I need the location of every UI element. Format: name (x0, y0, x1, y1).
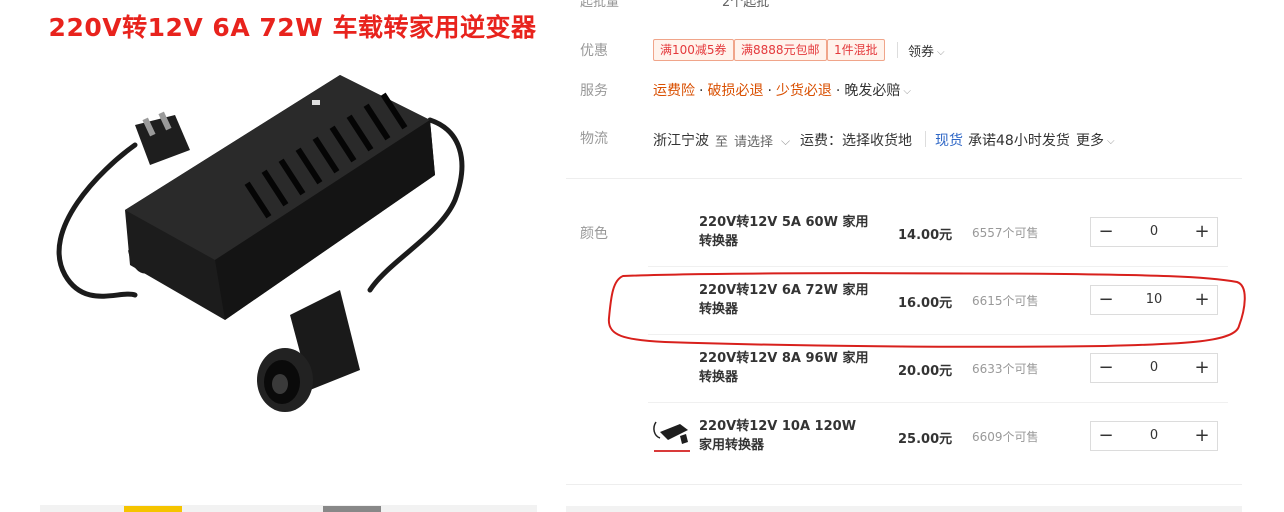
chevron-down-icon[interactable]: ⌵ (903, 86, 911, 97)
coupon-badge[interactable]: 满8888元包邮 (734, 39, 827, 61)
separator-dot: · (767, 83, 772, 99)
thumbnail-2[interactable] (323, 506, 381, 512)
chevron-down-icon: ⌵ (781, 134, 791, 148)
quantity-value[interactable]: 0 (1121, 354, 1187, 382)
min-order-value: 2个起批 (722, 0, 770, 10)
chevron-down-icon: ⌵ (937, 47, 945, 58)
quantity-stepper[interactable]: − 0 + (1090, 353, 1218, 383)
chevron-down-icon: ⌵ (1107, 136, 1115, 147)
row-divider (648, 266, 1228, 267)
variant-stock: 6557个可售 (972, 226, 1039, 240)
plus-button[interactable]: + (1187, 354, 1217, 382)
section-divider (566, 178, 1242, 179)
variant-stock: 6609个可售 (972, 430, 1039, 444)
service-list: 运费险 · 破损必退 · 少货必退 · 晚发必赔 ⌵ (653, 80, 911, 100)
wall-plug-shape (135, 111, 190, 165)
delivery-promise: 承诺48小时发货 (968, 133, 1070, 149)
minus-button[interactable]: − (1091, 218, 1121, 246)
variant-price: 25.00元 (898, 432, 953, 447)
coupon-badge[interactable]: 满100减5券 (653, 39, 734, 61)
min-order-label: 起批量 (580, 0, 620, 10)
power-adapter-image[interactable] (40, 60, 540, 460)
quantity-stepper[interactable]: − 0 + (1090, 217, 1218, 247)
separator-dot: · (835, 83, 841, 99)
destination-placeholder: 请选择 (734, 135, 774, 150)
variant-name: 220V转12V 5A 60W 家用转换器 (699, 215, 869, 249)
get-coupon-button[interactable]: 领券 ⌵ (908, 41, 945, 60)
thumbnail-1[interactable] (124, 506, 182, 512)
divider (925, 131, 926, 147)
separator-dot: · (699, 83, 704, 99)
get-coupon-label: 领券 (908, 45, 935, 60)
minus-button[interactable]: − (1091, 422, 1121, 450)
more-label: 更多 (1076, 133, 1104, 149)
bottom-bar (566, 506, 1242, 512)
divider (897, 42, 898, 58)
service-late-compensation[interactable]: 晚发必赔 (844, 83, 900, 99)
freight-info: 运费：选择收货地 (800, 133, 912, 149)
annotation-oval (607, 272, 1246, 348)
minus-button[interactable]: − (1091, 354, 1121, 382)
variant-name: 220V转12V 10A 120W 家用转换器 (699, 419, 857, 453)
quantity-value[interactable]: 0 (1121, 422, 1187, 450)
destination-select[interactable]: 请选择 ⌵ (734, 131, 790, 150)
variant-price: 14.00元 (898, 228, 953, 243)
to-label: 至 (715, 135, 729, 150)
plus-button[interactable]: + (1187, 218, 1217, 246)
service-missing-refund[interactable]: 少货必退 (776, 83, 832, 99)
thumbnail-strip (40, 505, 537, 512)
more-button[interactable]: 更多 ⌵ (1076, 130, 1115, 150)
service-label: 服务 (580, 83, 608, 99)
in-stock-tag: 现货 (935, 133, 963, 149)
variant-price: 20.00元 (898, 364, 953, 379)
service-damage-refund[interactable]: 破损必退 (707, 83, 763, 99)
car-socket-shape (257, 290, 360, 412)
variant-name: 220V转12V 8A 96W 家用转换器 (699, 351, 869, 385)
section-divider (566, 484, 1242, 485)
service-freight-insurance[interactable]: 运费险 (653, 83, 695, 99)
discount-label: 优惠 (580, 43, 608, 59)
color-label: 颜色 (580, 226, 608, 242)
plus-button[interactable]: + (1187, 422, 1217, 450)
row-divider (648, 402, 1228, 403)
product-title: 220V转12V 6A 72W 车载转家用逆变器 (48, 13, 537, 42)
logistics-label: 物流 (580, 131, 608, 147)
variant-stock: 6633个可售 (972, 362, 1039, 376)
quantity-value[interactable]: 0 (1121, 218, 1187, 246)
origin-city: 浙江宁波 (653, 133, 709, 149)
quantity-stepper[interactable]: − 0 + (1090, 421, 1218, 451)
variant-thumbnail[interactable] (650, 414, 694, 458)
coupon-badge[interactable]: 1件混批 (827, 39, 885, 61)
